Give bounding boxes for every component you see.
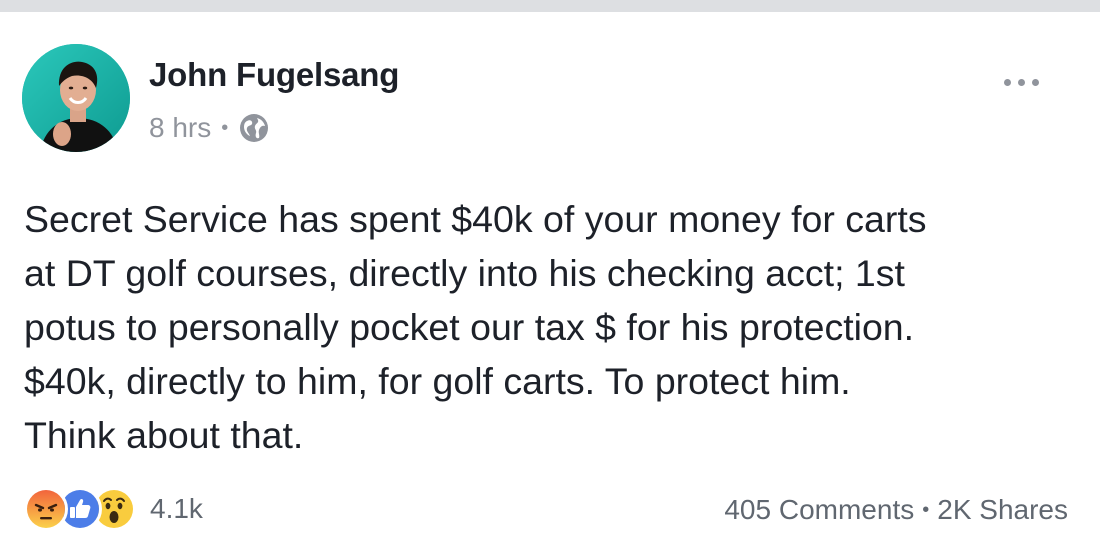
reactions-summary[interactable]: 4.1k bbox=[24, 486, 203, 532]
post-text-line: Think about that. bbox=[24, 414, 304, 456]
angry-reaction-icon bbox=[24, 487, 68, 531]
post-text-line: $40k, directly to him, for golf carts. T… bbox=[24, 360, 851, 402]
reaction-count: 4.1k bbox=[150, 493, 203, 524]
avatar[interactable] bbox=[22, 44, 130, 152]
post-text-line: Secret Service has spent $40k of your mo… bbox=[24, 198, 927, 240]
post-meta: 8 hrs • bbox=[149, 110, 270, 146]
post-text: Secret Service has spent $40k of your mo… bbox=[24, 192, 1084, 462]
post-text-line: potus to personally pocket our tax $ for… bbox=[24, 306, 915, 348]
engagement-summary: 405 Comments • 2K Shares bbox=[724, 494, 1068, 526]
comments-link[interactable]: 405 Comments bbox=[724, 494, 914, 526]
more-options-icon[interactable] bbox=[1004, 72, 1052, 92]
post-card: John Fugelsang 8 hrs • Secret Service ha… bbox=[0, 12, 1100, 550]
meta-separator: • bbox=[221, 116, 229, 139]
more-dot bbox=[1004, 78, 1011, 86]
more-dot bbox=[1018, 78, 1025, 86]
more-dot bbox=[1032, 78, 1039, 86]
shares-link[interactable]: 2K Shares bbox=[937, 494, 1068, 526]
top-strip bbox=[0, 0, 1100, 12]
post-timestamp[interactable]: 8 hrs bbox=[149, 112, 211, 144]
engagement-separator: • bbox=[922, 498, 930, 521]
post-text-line: at DT golf courses, directly into his ch… bbox=[24, 252, 905, 294]
author-name[interactable]: John Fugelsang bbox=[149, 56, 399, 94]
globe-icon[interactable] bbox=[238, 112, 270, 144]
